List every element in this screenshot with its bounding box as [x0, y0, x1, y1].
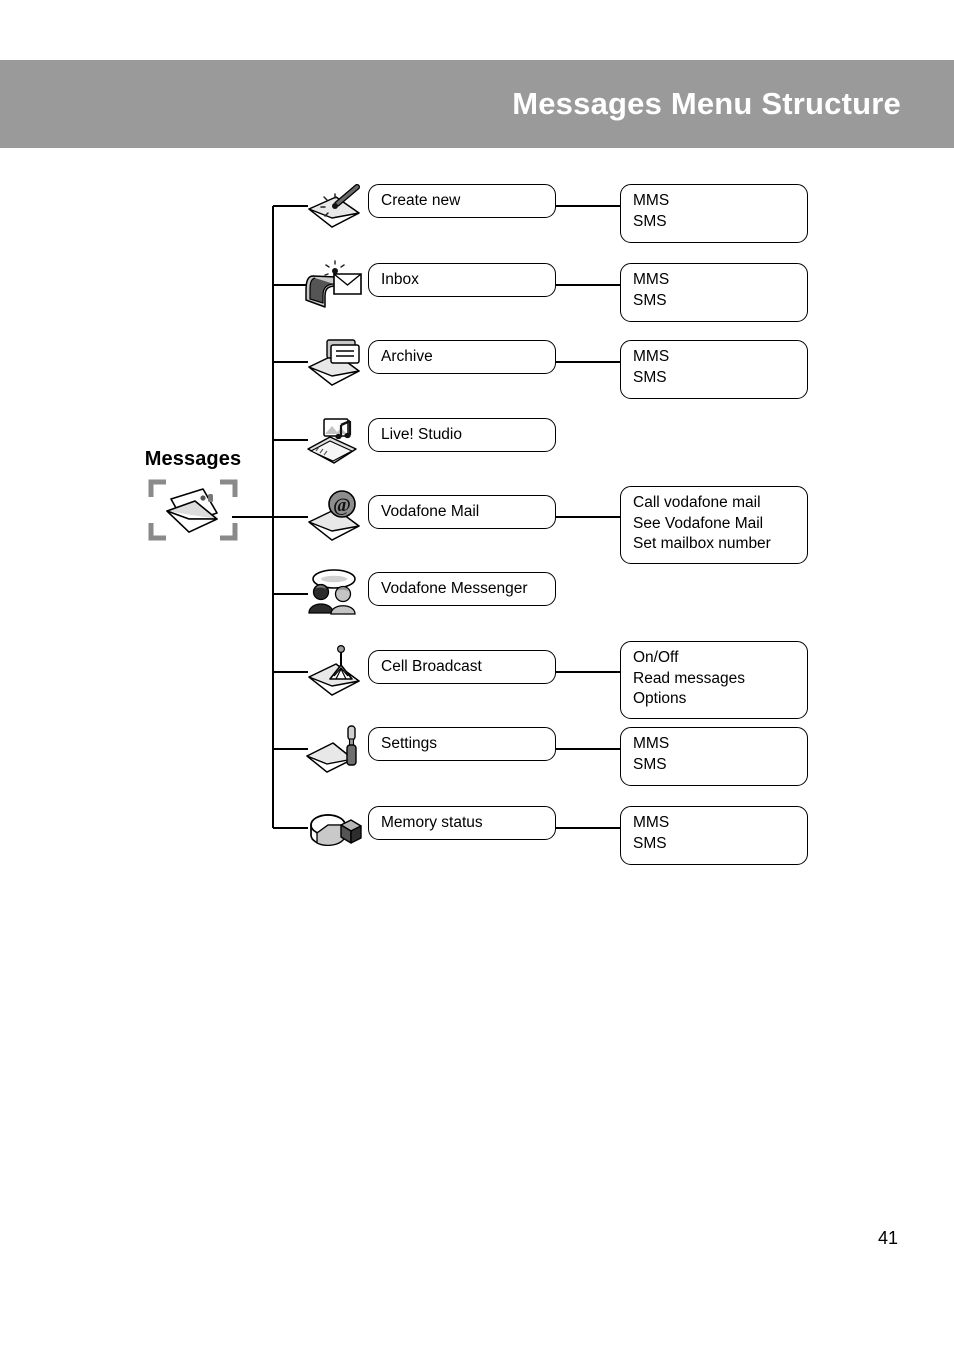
submenu-box-memory-status[interactable]: MMS SMS [620, 806, 808, 865]
submenu-item: MMS [633, 192, 670, 209]
menu-item-inbox[interactable]: Inbox [368, 263, 556, 297]
submenu-item: MMS [633, 271, 670, 288]
submenu-item: MMS [633, 735, 670, 752]
menu-item-memory-status[interactable]: Memory status [368, 806, 556, 840]
envelope-archive-icon [303, 333, 365, 391]
submenu-item: SMS [633, 291, 667, 309]
menu-item-label: Memory status [381, 814, 483, 831]
two-people-chat-icon [303, 565, 365, 623]
submenu-item: Set mailbox number [633, 535, 771, 552]
menu-item-archive[interactable]: Archive [368, 340, 556, 374]
submenu-item: Read messages [633, 669, 746, 687]
menu-item-label: Live! Studio [381, 426, 462, 443]
menu-item-vodafone-mail[interactable]: Vodafone Mail [368, 495, 556, 529]
submenu-item: SMS [633, 834, 667, 852]
menu-item-label: Settings [381, 735, 438, 752]
root-node-messages[interactable]: Messages [128, 448, 258, 543]
menu-item-settings[interactable]: Settings [368, 727, 556, 761]
submenu-box-inbox[interactable]: MMS SMS [620, 263, 808, 322]
root-node-label: Messages [144, 448, 242, 470]
menu-item-live-studio[interactable]: Live! Studio [368, 418, 556, 452]
submenu-item: SMS [633, 755, 667, 773]
page-number: 41 [877, 1228, 898, 1248]
submenu-item: SMS [633, 212, 667, 230]
pie-chart-memory-icon [303, 799, 365, 857]
menu-item-label: Vodafone Messenger [381, 580, 528, 597]
submenu-item: MMS [633, 814, 670, 831]
messages-menu-tree-diagram: Messages Create new MMS SMS Inbox MMS SM… [0, 0, 954, 1351]
svg-text:@: @ [333, 495, 351, 516]
menu-item-label: Inbox [381, 271, 419, 288]
menu-item-label: Vodafone Mail [381, 503, 480, 520]
submenu-item: On/Off [633, 649, 679, 666]
envelope-wand-icon [303, 177, 365, 235]
submenu-item: Call vodafone mail [633, 494, 761, 511]
submenu-box-create-new[interactable]: MMS SMS [620, 184, 808, 243]
notepad-media-icon [303, 411, 365, 469]
submenu-item: See Vodafone Mail [633, 514, 764, 532]
submenu-item: Options [633, 690, 687, 707]
menu-item-label: Archive [381, 348, 433, 365]
submenu-item: MMS [633, 348, 670, 365]
envelope-antenna-icon [303, 643, 365, 701]
envelope-screwdriver-icon [303, 720, 365, 778]
submenu-item: SMS [633, 368, 667, 386]
submenu-box-vodafone-mail[interactable]: Call vodafone mail See Vodafone Mail Set… [620, 486, 808, 564]
submenu-box-cell-broadcast[interactable]: On/Off Read messages Options [620, 641, 808, 719]
inbox-tray-envelope-icon [303, 256, 365, 314]
submenu-box-settings[interactable]: MMS SMS [620, 727, 808, 786]
menu-item-vodafone-messenger[interactable]: Vodafone Messenger [368, 572, 556, 606]
menu-item-create-new[interactable]: Create new [368, 184, 556, 218]
submenu-box-archive[interactable]: MMS SMS [620, 340, 808, 399]
envelope-in-brackets-icon [147, 477, 239, 543]
menu-item-cell-broadcast[interactable]: Cell Broadcast [368, 650, 556, 684]
menu-item-label: Create new [381, 192, 461, 209]
envelope-at-sign-icon: @ [303, 488, 365, 546]
menu-item-label: Cell Broadcast [381, 658, 482, 675]
